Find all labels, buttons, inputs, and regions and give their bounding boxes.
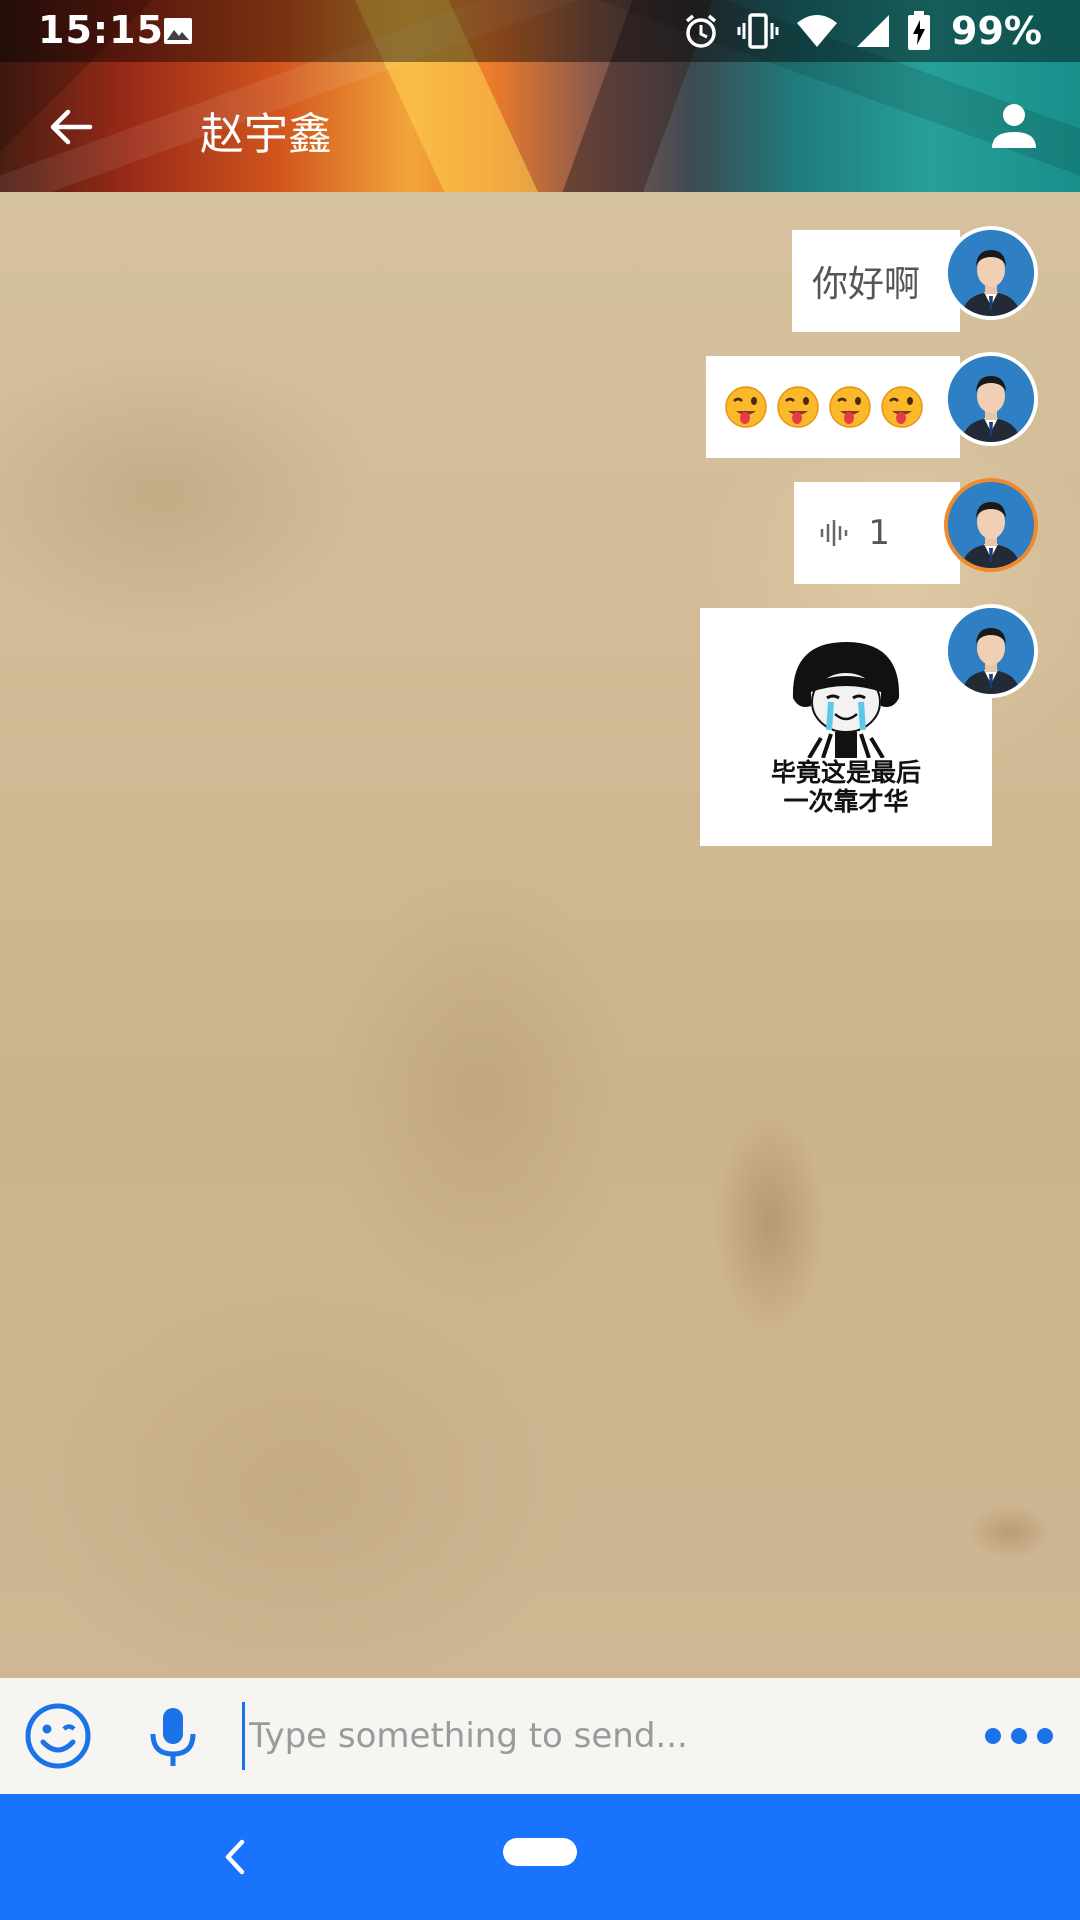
avatar[interactable]: [944, 226, 1038, 320]
message-row: 毕竟这是最后 一次靠才华: [700, 604, 1038, 846]
battery-percent: 99%: [951, 9, 1042, 53]
message-input[interactable]: [242, 1702, 962, 1770]
alarm-icon: [685, 14, 717, 48]
battery-charging-icon: [908, 11, 931, 50]
vibrate-icon: [737, 13, 779, 49]
winking-face-tongue-icon: [881, 386, 923, 428]
nav-back-icon[interactable]: [218, 1836, 250, 1878]
sticker-image: [792, 642, 900, 758]
message-row: 1: [794, 478, 1038, 584]
sticker-caption: 毕竟这是最后 一次靠才华: [770, 758, 921, 816]
microphone-icon[interactable]: [148, 1706, 198, 1768]
avatar[interactable]: [944, 604, 1038, 698]
smiley-icon[interactable]: [24, 1702, 92, 1770]
voice-wave-icon: [821, 520, 848, 546]
signal-icon: [857, 15, 890, 47]
message-row: 你好啊: [791, 226, 1038, 332]
status-bar: 15:15 99%: [0, 0, 1080, 62]
system-navigation-bar: [0, 1794, 1080, 1920]
person-icon[interactable]: [988, 100, 1040, 152]
winking-face-tongue-icon: [777, 386, 819, 428]
wifi-icon: [797, 15, 838, 47]
emoji-message-bubble[interactable]: [706, 356, 960, 458]
message-text: 你好啊: [811, 264, 920, 305]
avatar[interactable]: [944, 352, 1038, 446]
voice-message-bubble[interactable]: 1: [794, 482, 960, 584]
message-list[interactable]: 你好啊 1 毕竟这是最后 一次靠才华: [0, 192, 1080, 1678]
nav-home-pill[interactable]: [503, 1838, 577, 1866]
status-time: 15:15: [38, 8, 164, 52]
more-dots-icon[interactable]: [984, 1726, 1054, 1746]
message-input-bar: [0, 1678, 1080, 1794]
message-row: [706, 352, 1038, 458]
arrow-back-icon[interactable]: [46, 102, 96, 152]
avatar[interactable]: [944, 478, 1038, 572]
app-bar: 赵宇鑫: [0, 62, 1080, 192]
winking-face-tongue-icon: [725, 386, 767, 428]
chat-title: 赵宇鑫: [200, 109, 332, 160]
winking-face-tongue-icon: [829, 386, 871, 428]
chat-screen: 15:15 99% 赵宇鑫 你好啊 1 毕竟这是最后 一次靠才华 Type so…: [0, 0, 1080, 1920]
voice-duration: 1: [868, 513, 890, 553]
text-message-bubble[interactable]: 你好啊: [791, 230, 960, 332]
image-icon: [164, 18, 192, 44]
